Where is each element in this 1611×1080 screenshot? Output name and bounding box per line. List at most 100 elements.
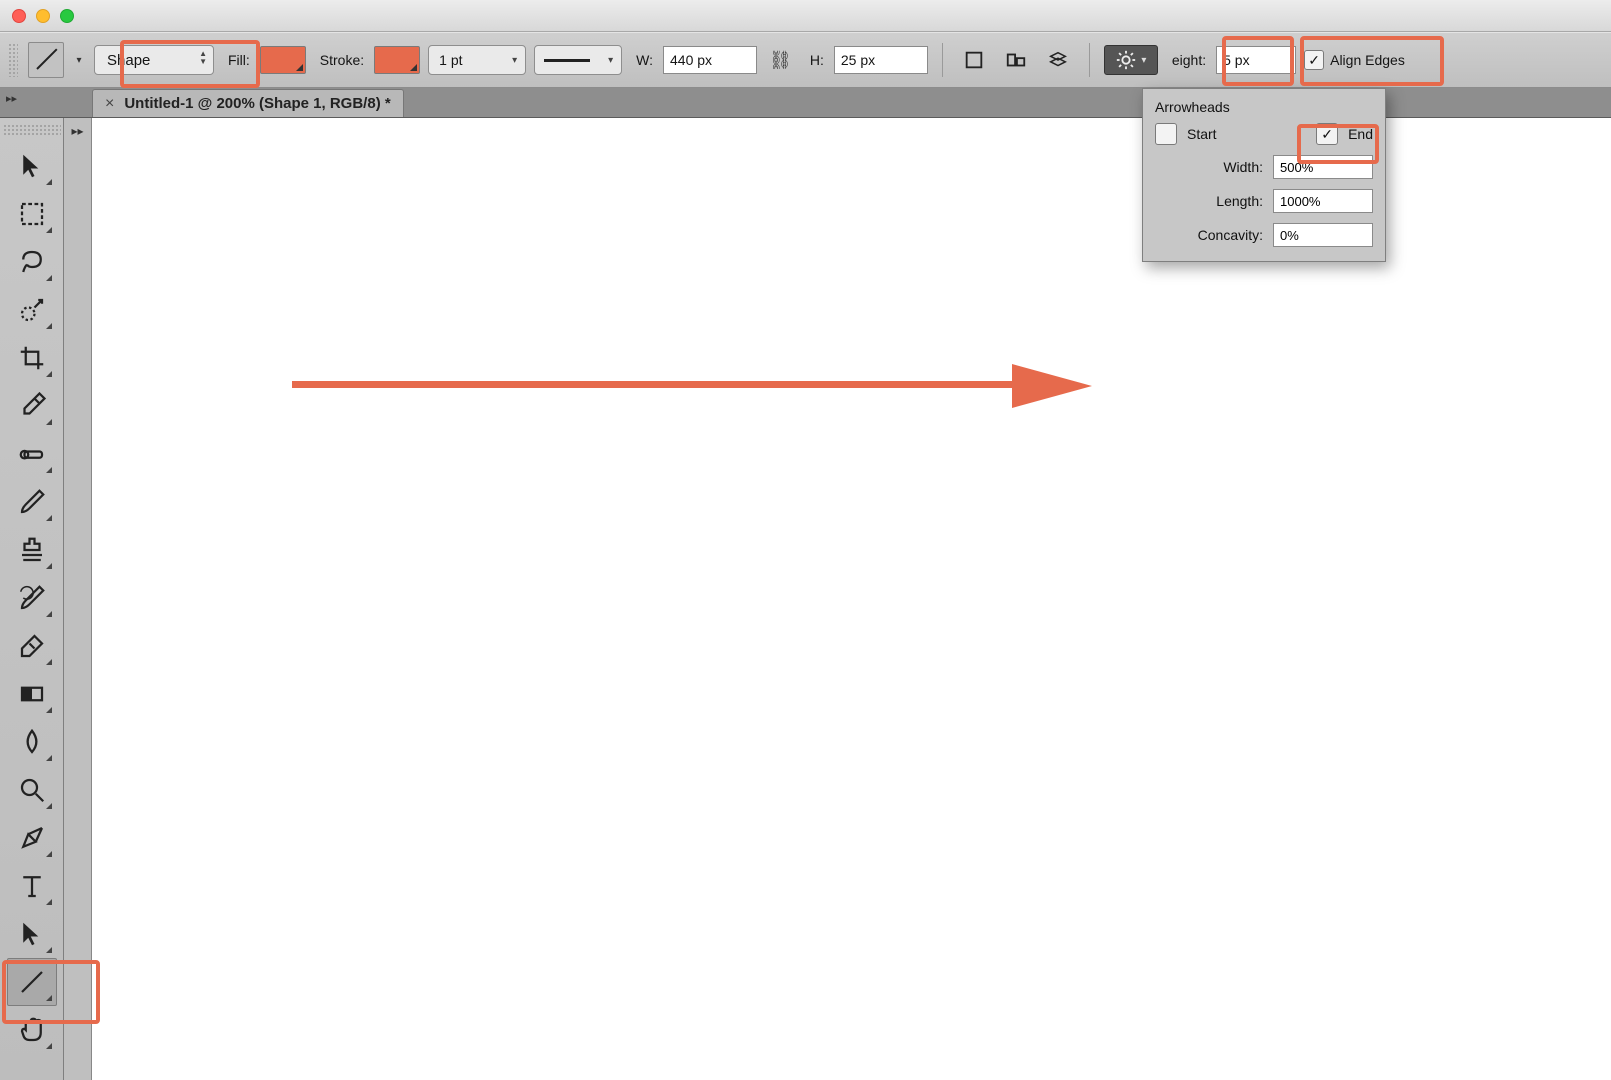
start-checkbox[interactable] — [1155, 123, 1177, 145]
line-weight-value: 5 px — [1223, 52, 1249, 68]
width-label: W: — [636, 52, 653, 68]
tool-flyout-indicator-icon — [46, 515, 52, 521]
document-tab[interactable]: × Untitled-1 @ 200% (Shape 1, RGB/8) * — [92, 89, 404, 117]
tool-flyout-indicator-icon — [46, 563, 52, 569]
tools-panel-grip[interactable] — [3, 124, 61, 136]
tool-flyout-indicator-icon — [46, 179, 52, 185]
tool-flyout-indicator-icon — [46, 899, 52, 905]
arrowhead-end-option[interactable]: ✓ End — [1316, 123, 1373, 145]
options-bar: ▾ Shape ▲▼ Fill: Stroke: 1 pt ▾ ▾ W: 440… — [0, 32, 1611, 88]
healing-brush-tool[interactable] — [7, 430, 57, 478]
dropdown-stepper-icon: ▲▼ — [199, 50, 207, 66]
line-weight-input[interactable]: 5 px — [1216, 46, 1296, 74]
tool-mode-dropdown[interactable]: Shape ▲▼ — [94, 45, 214, 75]
arrowhead-length-label: Length: — [1216, 193, 1263, 209]
tool-flyout-indicator-icon — [46, 275, 52, 281]
path-operations-button[interactable] — [957, 45, 991, 75]
path-arrangement-button[interactable] — [1041, 45, 1075, 75]
blur-tool[interactable] — [7, 718, 57, 766]
separator — [942, 43, 943, 77]
close-tab-icon[interactable]: × — [105, 95, 114, 113]
height-label: H: — [810, 52, 824, 68]
document-tab-title: Untitled-1 @ 200% (Shape 1, RGB/8) * — [124, 95, 390, 112]
end-checkbox[interactable]: ✓ — [1316, 123, 1338, 145]
tools-panel — [0, 118, 64, 1080]
stroke-weight-dropdown[interactable]: 1 pt ▾ — [428, 45, 526, 75]
arrow-shaft — [292, 381, 1012, 388]
lasso-tool[interactable] — [7, 238, 57, 286]
eyedropper-tool[interactable] — [7, 382, 57, 430]
arrowhead-width-input[interactable] — [1273, 155, 1373, 179]
marquee-tool[interactable] — [7, 190, 57, 238]
tool-flyout-indicator-icon — [46, 323, 52, 329]
align-edges-option[interactable]: ✓ Align Edges — [1304, 50, 1405, 70]
expand-panels-icon[interactable]: ▸▸ — [71, 124, 83, 138]
tool-flyout-indicator-icon — [46, 659, 52, 665]
window-close-button[interactable] — [12, 9, 26, 23]
path-selection-tool[interactable] — [7, 910, 57, 958]
left-panel-dock[interactable]: ▸▸ — [64, 118, 92, 1080]
options-bar-grip[interactable] — [8, 43, 18, 77]
move-tool[interactable] — [7, 142, 57, 190]
arrowhead-length-input[interactable] — [1273, 189, 1373, 213]
chevron-down-icon: ▾ — [608, 55, 613, 66]
pen-tool[interactable] — [7, 814, 57, 862]
arrow-shape[interactable] — [292, 364, 1092, 404]
type-tool[interactable] — [7, 862, 57, 910]
tool-flyout-indicator-icon — [46, 611, 52, 617]
align-edges-label: Align Edges — [1330, 52, 1405, 68]
fill-color-swatch[interactable] — [260, 46, 306, 74]
tool-flyout-indicator-icon — [46, 1043, 52, 1049]
eraser-tool[interactable] — [7, 622, 57, 670]
hand-tool[interactable] — [7, 1006, 57, 1054]
fill-label: Fill: — [228, 52, 250, 68]
separator — [1089, 43, 1090, 77]
arrowhead-width-label: Width: — [1223, 159, 1263, 175]
tool-flyout-indicator-icon — [46, 803, 52, 809]
chevron-down-icon: ▾ — [1141, 55, 1146, 66]
tool-flyout-indicator-icon — [46, 419, 52, 425]
tool-flyout-indicator-icon — [46, 851, 52, 857]
window-minimize-button[interactable] — [36, 9, 50, 23]
stroke-color-swatch[interactable] — [374, 46, 420, 74]
current-tool-preview[interactable] — [28, 42, 64, 78]
arrowheads-popover: Arrowheads Start ✓ End Width: Length: Co… — [1142, 88, 1386, 262]
path-alignment-button[interactable] — [999, 45, 1033, 75]
link-width-height-icon[interactable]: ⛓ — [765, 50, 796, 71]
gradient-tool[interactable] — [7, 670, 57, 718]
height-input[interactable]: 25 px — [834, 46, 928, 74]
document-canvas[interactable] — [92, 118, 1611, 1080]
line-tool[interactable] — [7, 958, 57, 1006]
stroke-style-dropdown[interactable]: ▾ — [534, 45, 622, 75]
arrowhead-concavity-input[interactable] — [1273, 223, 1373, 247]
tool-flyout-indicator-icon — [46, 227, 52, 233]
panel-collapse-icon[interactable]: ▸▸ — [6, 92, 17, 105]
stroke-style-sample — [544, 59, 590, 62]
line-tool-icon — [34, 48, 58, 72]
window-zoom-button[interactable] — [60, 9, 74, 23]
quick-selection-tool[interactable] — [7, 286, 57, 334]
tool-flyout-indicator-icon — [46, 467, 52, 473]
geometry-options-gear-button[interactable]: ▾ — [1104, 45, 1158, 75]
history-brush-tool[interactable] — [7, 574, 57, 622]
width-input[interactable]: 440 px — [663, 46, 757, 74]
tool-mode-value: Shape — [107, 52, 150, 69]
crop-tool[interactable] — [7, 334, 57, 382]
popover-title: Arrowheads — [1155, 99, 1373, 115]
clone-stamp-tool[interactable] — [7, 526, 57, 574]
tool-flyout-indicator-icon — [46, 707, 52, 713]
tool-flyout-indicator-icon — [46, 995, 52, 1001]
chevron-down-icon: ▾ — [512, 55, 517, 66]
height-value: 25 px — [841, 52, 875, 68]
zoom-tool[interactable] — [7, 766, 57, 814]
tool-preset-chevron-icon[interactable]: ▾ — [72, 42, 86, 78]
tool-flyout-indicator-icon — [46, 947, 52, 953]
brush-tool[interactable] — [7, 478, 57, 526]
workspace: ▸▸ — [0, 118, 1611, 1080]
weight-label: eight: — [1172, 52, 1206, 68]
align-edges-checkbox[interactable]: ✓ — [1304, 50, 1324, 70]
width-value: 440 px — [670, 52, 712, 68]
arrow-head — [1012, 364, 1092, 408]
stroke-label: Stroke: — [320, 52, 364, 68]
arrowhead-start-option[interactable]: Start — [1155, 123, 1217, 145]
